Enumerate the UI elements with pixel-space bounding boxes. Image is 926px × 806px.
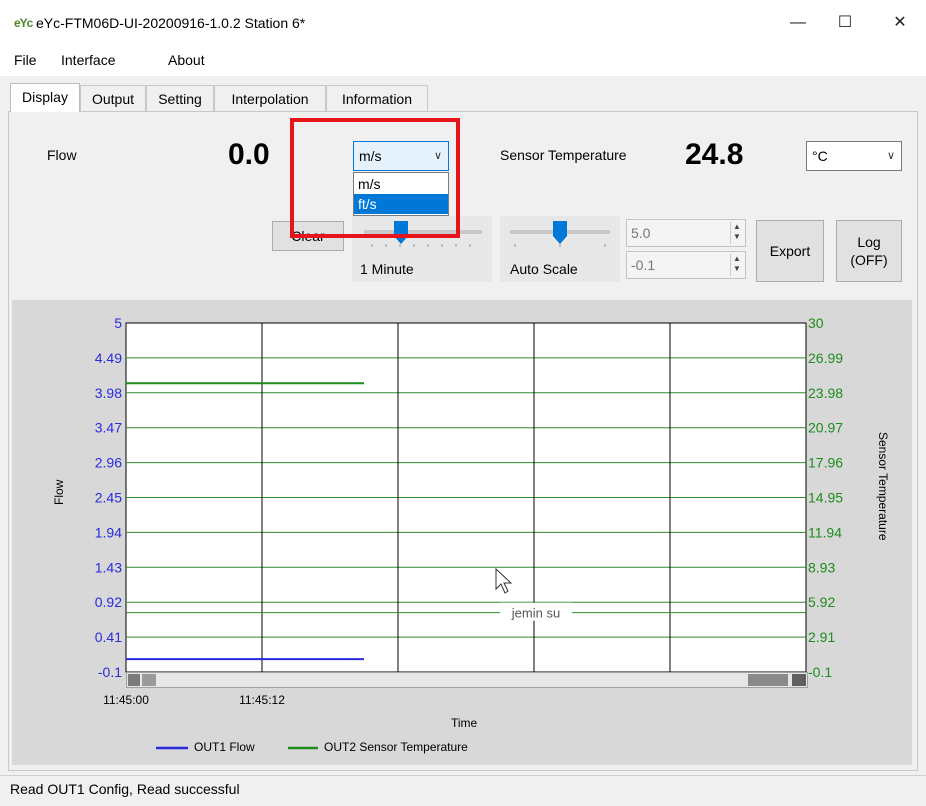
x-tick-label: 11:45:12 <box>239 693 285 707</box>
y-tick-label: 5 <box>114 315 122 331</box>
y-tick-label: 0.41 <box>95 629 122 645</box>
scroll-back-icon[interactable] <box>142 674 156 686</box>
y-tick-label: 0.92 <box>95 594 122 610</box>
x-tick-label: 11:45:00 <box>103 693 149 707</box>
status-text: Read OUT1 Config, Read successful <box>10 781 240 797</box>
y2-tick-label: 5.92 <box>808 594 835 610</box>
y2-tick-label: 2.91 <box>808 629 835 645</box>
y2-tick-label: -0.1 <box>808 664 832 680</box>
x-axis-title: Time <box>451 716 478 730</box>
y-tick-label: 3.98 <box>95 385 122 401</box>
y2-tick-label: 23.98 <box>808 385 843 401</box>
watermark-text: jemin su <box>511 606 560 621</box>
y2-tick-label: 26.99 <box>808 350 843 366</box>
y-axis-title: Flow <box>52 479 66 505</box>
mouse-cursor-icon <box>495 567 513 594</box>
scroll-right-icon[interactable] <box>792 674 806 686</box>
y2-tick-label: 8.93 <box>808 559 835 575</box>
y2-tick-label: 11.94 <box>808 524 842 540</box>
y-tick-label: -0.1 <box>98 664 122 680</box>
y-tick-label: 2.45 <box>95 490 122 506</box>
y2-tick-label: 30 <box>808 315 824 331</box>
legend-label-out1: OUT1 Flow <box>194 740 255 754</box>
y-tick-label: 3.47 <box>95 420 122 436</box>
y2-axis-title: Sensor Temperature <box>876 432 890 541</box>
y-tick-label: 1.43 <box>95 559 122 575</box>
y2-tick-label: 17.96 <box>808 455 843 471</box>
y-tick-label: 4.49 <box>95 350 122 366</box>
chart-scrollbar[interactable] <box>126 672 808 688</box>
y-tick-label: 1.94 <box>95 524 122 540</box>
y2-tick-label: 20.97 <box>808 420 843 436</box>
y-tick-label: 2.96 <box>95 455 122 471</box>
scroll-thumb[interactable] <box>748 674 788 686</box>
y2-tick-label: 14.95 <box>808 490 843 506</box>
scroll-left-icon[interactable] <box>128 674 140 686</box>
legend-label-out2: OUT2 Sensor Temperature <box>324 740 468 754</box>
